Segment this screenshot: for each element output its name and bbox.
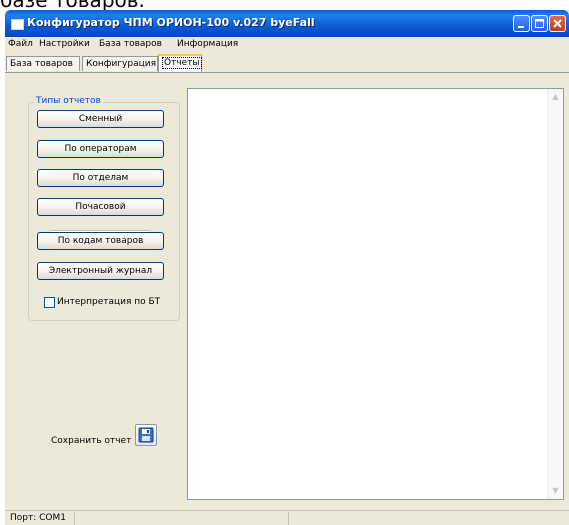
tab-products[interactable]: База товаров	[6, 56, 80, 71]
menu-settings[interactable]: Настройки	[39, 39, 90, 49]
save-report-label: Сохранить отчет	[51, 436, 132, 446]
floppy-disk-icon	[138, 427, 154, 443]
tab-reports-label: Отчеты	[162, 57, 202, 69]
departments-report-button[interactable]: По отделам	[37, 169, 164, 187]
window-title: Конфигуратор ЧПМ ОРИОН-100 v.027 byeFall	[27, 16, 315, 29]
menu-file[interactable]: Файл	[8, 39, 33, 49]
operators-report-button[interactable]: По операторам	[37, 140, 164, 158]
interpret-by-bt-checkbox[interactable]	[44, 297, 55, 308]
app-window: Конфигуратор ЧПМ ОРИОН-100 v.027 byeFall…	[5, 10, 569, 525]
tab-configuration[interactable]: Конфигурация	[82, 56, 158, 71]
hourly-report-button[interactable]: Почасовой	[37, 198, 164, 216]
scroll-up-icon[interactable]: ▲	[549, 90, 562, 104]
minimize-icon[interactable]	[513, 15, 530, 32]
scroll-down-icon[interactable]: ▼	[549, 484, 562, 498]
save-report-button[interactable]	[135, 424, 157, 446]
menu-bar: Файл Настройки База товаров Информация	[5, 37, 569, 53]
vertical-scrollbar[interactable]: ▲ ▼	[547, 89, 563, 499]
status-bar: Порт: COM1	[5, 510, 569, 525]
title-bar[interactable]: Конфигуратор ЧПМ ОРИОН-100 v.027 byeFall	[5, 10, 569, 37]
shift-report-button[interactable]: Сменный	[37, 110, 164, 128]
electronic-journal-button[interactable]: Электронный журнал	[37, 262, 164, 280]
menu-info[interactable]: Информация	[177, 39, 238, 49]
tab-reports[interactable]: Отчеты	[158, 54, 202, 72]
close-icon[interactable]	[549, 15, 566, 32]
status-cell-2	[76, 512, 289, 525]
port-status: Порт: COM1	[7, 512, 75, 525]
app-icon	[11, 19, 24, 30]
product-codes-report-button[interactable]: По кодам товаров	[37, 232, 164, 250]
maximize-icon[interactable]	[531, 15, 548, 32]
tab-strip: База товаров Конфигурация Отчеты	[5, 54, 569, 73]
report-output-area[interactable]: ▲ ▼	[187, 88, 564, 500]
interpret-by-bt-label: Интерпретация по БТ	[57, 297, 161, 307]
status-cell-3	[290, 512, 567, 525]
menu-products[interactable]: База товаров	[99, 39, 162, 49]
report-types-title: Типы отчетов	[34, 96, 103, 106]
